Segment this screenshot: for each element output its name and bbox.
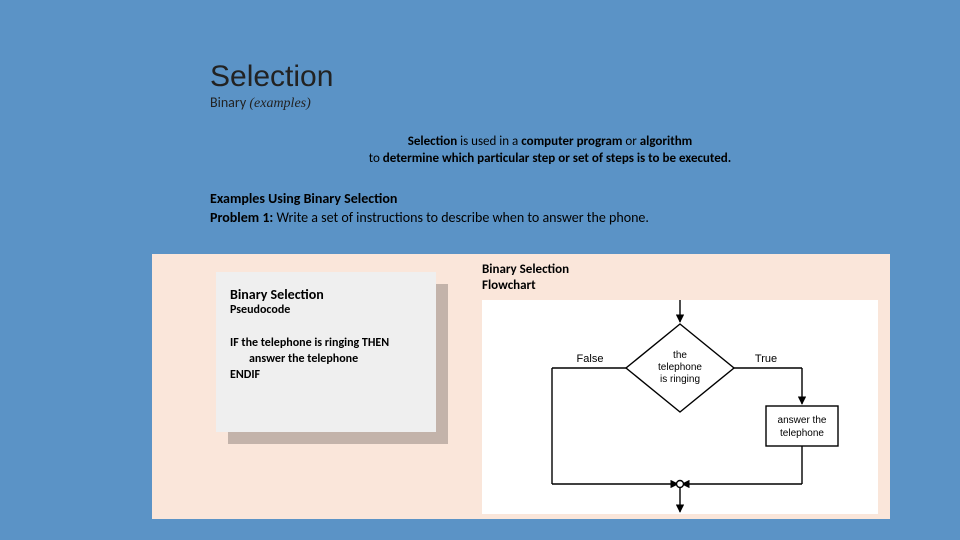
problem-text: Write a set of instructions to describe …: [273, 209, 649, 226]
decision-text-3: is ringing: [660, 374, 700, 385]
content-panel: Binary Selection Pseudocode IF the telep…: [152, 254, 890, 519]
slide-subtitle: Binary (examples): [210, 94, 890, 112]
flowchart-label-1: Binary Selection: [482, 262, 569, 278]
flowchart-label-2: Flowchart: [482, 278, 569, 294]
subtitle-main: Binary: [210, 94, 246, 111]
action-box-icon: [766, 406, 838, 446]
flowchart-label: Binary Selection Flowchart: [482, 262, 569, 293]
pseudocode-card: Binary Selection Pseudocode IF the telep…: [216, 272, 436, 432]
flowchart-svg: the telephone is ringing False True answ…: [482, 300, 878, 514]
decision-text-2: telephone: [658, 362, 702, 373]
true-label: True: [755, 353, 777, 365]
subtitle-italic: (examples): [249, 96, 310, 111]
false-label: False: [577, 353, 604, 365]
pseudo-code: IF the telephone is ringing THEN answer …: [230, 335, 422, 384]
def-bold-3: algorithm: [640, 134, 693, 149]
decision-text-1: the: [673, 350, 687, 361]
action-text-2: telephone: [780, 428, 824, 439]
def-text-1: is used in a: [457, 134, 521, 149]
slide-title: Selection: [210, 60, 890, 94]
def-text-2: or: [622, 134, 639, 149]
pseudo-title: Binary Selection: [230, 286, 422, 303]
def-line2-bold: determine which particular step or set o…: [383, 151, 731, 166]
def-bold-2: computer program: [521, 134, 622, 149]
examples-heading-block: Examples Using Binary Selection Problem …: [210, 190, 890, 228]
def-line2-pre: to: [369, 151, 383, 166]
examples-heading: Examples Using Binary Selection: [210, 190, 890, 209]
merge-node-icon: [677, 481, 684, 488]
flowchart-canvas: the telephone is ringing False True answ…: [482, 300, 878, 514]
problem-label: Problem 1:: [210, 209, 273, 226]
action-text-1: answer the: [778, 415, 827, 426]
flowchart-panel: Binary Selection Flowchart the telephone…: [468, 254, 878, 519]
pseudo-subtitle: Pseudocode: [230, 303, 422, 317]
definition-block: Selection is used in a computer program …: [210, 134, 890, 168]
def-bold-1: Selection: [408, 134, 457, 149]
